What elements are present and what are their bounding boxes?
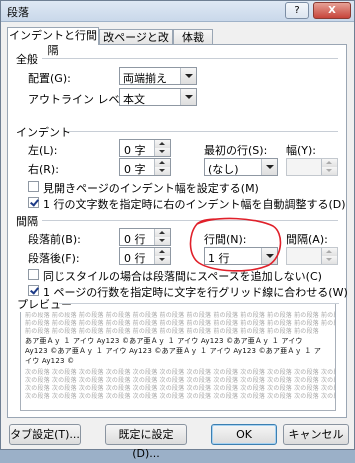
first-line-dropdown[interactable]: (なし)	[204, 158, 278, 176]
chevron-down-icon[interactable]	[180, 89, 196, 105]
right-indent-spinner[interactable]: 0 字	[119, 158, 171, 176]
spinner-buttons	[154, 248, 170, 264]
title-bar: 段落 ? X	[1, 1, 354, 22]
no-space-same-style-checkbox[interactable]	[28, 269, 39, 280]
paragraph-dialog: 段落 ? X インデントと行間隔 改ページと改行 体裁 全般 配置(G): 両端…	[0, 0, 355, 460]
annotation-circle	[189, 217, 282, 272]
alignment-dropdown[interactable]: 両端揃え	[119, 67, 197, 85]
first-line-label: 最初の行(S):	[204, 144, 268, 157]
right-indent-label: 右(R):	[28, 163, 59, 176]
divider	[42, 58, 338, 59]
preview-sample-text: あア亜Ａｙ １ アイウ Ay123 ©あア亜Ａｙ １ アイウ Ay123 ©あア…	[25, 337, 303, 345]
spin-down-icon[interactable]	[155, 237, 170, 245]
space-after-value: 0 行	[124, 252, 146, 265]
spacing-at-spinner[interactable]	[286, 247, 338, 265]
spin-down-icon[interactable]	[322, 167, 337, 175]
snap-to-grid-checkbox[interactable]	[28, 285, 39, 296]
tab-line-page-breaks[interactable]: 改ページと改行	[99, 29, 173, 59]
space-after-spinner[interactable]: 0 行	[119, 247, 171, 265]
outline-level-value: 本文	[123, 93, 145, 106]
preview-previous-paragraph: 前の段落 前の段落 前の段落 前の段落 前の段落 前の段落 前の段落 前の段落 …	[25, 328, 319, 335]
space-before-label: 段落前(B):	[28, 233, 81, 246]
space-after-label: 段落後(F):	[28, 252, 80, 265]
tabs-button[interactable]: タブ設定(T)...	[9, 424, 81, 445]
spin-down-icon[interactable]	[155, 148, 170, 156]
window-title: 段落	[7, 6, 29, 19]
alignment-value: 両端揃え	[123, 72, 167, 85]
spacing-at-label: 間隔(A):	[286, 233, 328, 246]
indent-width-label: 幅(Y):	[286, 144, 317, 157]
left-indent-label: 左(L):	[28, 144, 58, 157]
divider	[59, 303, 339, 304]
left-indent-value: 0 字	[124, 144, 146, 157]
chevron-down-icon[interactable]	[180, 68, 196, 84]
preview-next-paragraph: 次の段落 次の段落 次の段落 次の段落 次の段落 次の段落 次の段落 次の段落 …	[25, 393, 335, 400]
indent-width-spinner[interactable]	[286, 158, 338, 176]
section-preview: プレビュー	[15, 296, 74, 312]
section-spacing: 間隔	[16, 215, 38, 228]
auto-adjust-indent-label: 1 行の文字数を指定時に右のインデント幅を自動調整する(D)	[43, 198, 346, 211]
tab-panel: 全般 配置(G): 両端揃え アウトライン レベル(O): 本文 インデント 左…	[7, 44, 348, 418]
section-general: 全般	[16, 53, 38, 66]
help-button[interactable]: ?	[285, 2, 309, 19]
first-line-value: (なし)	[208, 163, 239, 176]
spinner-buttons	[154, 229, 170, 245]
set-default-button[interactable]: 既定に設定(D)...	[105, 424, 187, 460]
alignment-label: 配置(G):	[28, 72, 71, 85]
spin-down-icon[interactable]	[155, 167, 170, 175]
snap-to-grid-label: 1 ページの行数を指定時に文字を行グリッド線に合わせる(W)	[43, 286, 348, 299]
spinner-buttons	[321, 159, 337, 175]
chevron-down-icon[interactable]	[261, 159, 277, 175]
tab-indent-spacing[interactable]: インデントと行間隔	[7, 27, 99, 57]
outline-level-dropdown[interactable]: 本文	[119, 88, 197, 106]
ok-button[interactable]: OK	[211, 424, 277, 445]
section-indent: インデント	[16, 126, 71, 139]
mirror-indents-checkbox[interactable]	[28, 181, 39, 192]
spin-down-icon[interactable]	[322, 256, 337, 264]
auto-adjust-indent-checkbox[interactable]	[28, 197, 39, 208]
spinner-buttons	[154, 140, 170, 156]
mirror-indents-label: 見開きページのインデント幅を設定する(M)	[43, 182, 259, 195]
space-before-spinner[interactable]: 0 行	[119, 228, 171, 246]
preview-sample-text: Ay123 ©あア亜Ａｙ １ アイウ Ay123 ©あア亜Ａｙ １ アイウ Ay…	[25, 347, 322, 355]
close-button[interactable]: X	[313, 2, 351, 19]
preview-box: 前の段落 前の段落 前の段落 前の段落 前の段落 前の段落 前の段落 前の段落 …	[20, 303, 336, 411]
right-indent-value: 0 字	[124, 163, 146, 176]
spinner-buttons	[321, 248, 337, 264]
space-before-value: 0 行	[124, 233, 146, 246]
preview-sample-text: イウ Ay123 ©	[25, 357, 75, 365]
cancel-button[interactable]: キャンセル	[283, 424, 349, 445]
divider	[68, 131, 338, 132]
tab-typography[interactable]: 体裁	[173, 29, 213, 44]
left-indent-spinner[interactable]: 0 字	[119, 139, 171, 157]
spinner-buttons	[154, 159, 170, 175]
spin-down-icon[interactable]	[155, 256, 170, 264]
